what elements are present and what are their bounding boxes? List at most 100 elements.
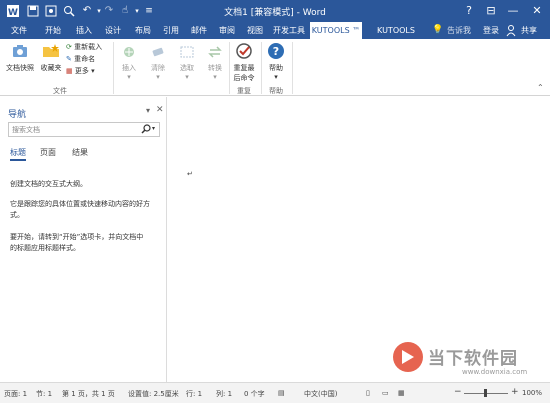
ribbon: 文档快照 收藏夹 ⟳ 重新载入 ✎ 重命名 ▦ 更多 ▾ 文件 插入 ▾ 清除 … xyxy=(0,39,550,96)
status-page[interactable]: 页面: 1 xyxy=(4,389,27,399)
rename-label: 重命名 xyxy=(74,55,96,63)
status-bar: 页面: 1 节: 1 第 1 页，共 1 页 设置值: 2.5厘米 行: 1 列… xyxy=(0,382,550,403)
search-input[interactable]: 搜索文档 xyxy=(12,125,40,135)
zoom-in-icon[interactable]: + xyxy=(511,387,519,397)
svg-text:?: ? xyxy=(273,45,279,58)
clear-button[interactable]: 清除 ▾ xyxy=(145,43,171,81)
login-link[interactable]: 登录 xyxy=(480,22,502,39)
close-button[interactable]: ✕ xyxy=(524,2,550,20)
watermark-url: www.downxia.com xyxy=(462,368,528,376)
tell-me-input[interactable]: 告诉我 xyxy=(443,22,475,39)
read-mode-icon[interactable]: ▯ xyxy=(366,389,370,397)
help-icon: ? xyxy=(263,41,289,63)
tab-developer[interactable]: 开发工具 xyxy=(270,22,308,39)
search-icon[interactable] xyxy=(141,123,151,137)
tab-kutools[interactable]: KUTOOLS ™ xyxy=(310,22,362,39)
tab-view[interactable]: 视图 xyxy=(242,22,268,39)
collapse-ribbon-icon[interactable]: ⌃ xyxy=(537,83,544,92)
tab-insert[interactable]: 插入 xyxy=(71,22,97,39)
nav-search-box[interactable]: 搜索文档 ▾ xyxy=(8,122,160,137)
rename-button[interactable]: ✎ 重命名 xyxy=(66,54,95,65)
reload-icon: ⟳ xyxy=(66,43,72,51)
nav-message-create: 创建文档的交互式大纲。 xyxy=(10,180,87,188)
snapshot-button[interactable]: 文档快照 xyxy=(4,41,36,73)
status-proofing-icon[interactable]: ▤ xyxy=(278,389,285,397)
document-area[interactable]: ↵ xyxy=(167,97,550,382)
group-divider xyxy=(261,42,262,94)
nav-message-start-line2: 的标题应用标题样式。 xyxy=(10,244,80,252)
nav-message-start-line1: 要开始，请转到“开始”选项卡，并向文档中 xyxy=(10,233,144,241)
ribbon-display-options-button[interactable]: ⊟ xyxy=(480,2,502,20)
convert-label: 转换 xyxy=(208,64,222,72)
select-button[interactable]: 选取 ▾ xyxy=(174,43,200,81)
close-icon[interactable]: ✕ xyxy=(156,105,164,115)
select-icon xyxy=(174,43,200,63)
insert-button[interactable]: 插入 ▾ xyxy=(116,43,142,81)
share-button[interactable]: 共享 xyxy=(518,22,540,39)
group-label-file: 文件 xyxy=(53,87,67,95)
status-position[interactable]: 设置值: 2.5厘米 xyxy=(128,389,179,399)
person-icon xyxy=(506,22,516,39)
nav-title: 导航 xyxy=(8,110,27,120)
minimize-button[interactable]: — xyxy=(502,2,524,20)
chevron-down-icon: ▾ xyxy=(156,73,160,81)
tab-layout[interactable]: 布局 xyxy=(130,22,156,39)
chevron-down-icon: ▾ xyxy=(185,73,189,81)
nav-tab-pages[interactable]: 页面 xyxy=(40,147,56,158)
chevron-down-icon: ▾ xyxy=(274,73,278,81)
status-word-count[interactable]: 0 个字 xyxy=(244,389,265,399)
nav-tab-results[interactable]: 结果 xyxy=(72,147,88,158)
status-language[interactable]: 中文(中国) xyxy=(304,389,337,399)
zoom-out-icon[interactable]: − xyxy=(454,387,462,397)
more-button[interactable]: ▦ 更多 ▾ xyxy=(66,66,95,77)
status-line[interactable]: 行: 1 xyxy=(186,389,202,399)
watermark-brand: 当下软件园 xyxy=(428,349,518,369)
convert-icon xyxy=(202,43,228,63)
tab-design[interactable]: 设计 xyxy=(100,22,126,39)
ribbon-tabs: 文件 开始 插入 设计 布局 引用 邮件 审阅 视图 开发工具 KUTOOLS … xyxy=(0,22,550,52)
print-layout-icon[interactable]: ▭ xyxy=(382,389,389,397)
tab-kutools-plus[interactable]: KUTOOLS PLUS xyxy=(366,22,426,52)
title-bar: W ↶ ▾ ↷ ☝ ▾ ≡ 文档1 [兼容模式] - Word ? ⊟ — ✕ xyxy=(0,0,550,22)
nav-options-icon[interactable]: ▾ xyxy=(146,106,150,115)
nav-tab-headings[interactable]: 标题 xyxy=(10,147,26,161)
clear-label: 清除 xyxy=(151,64,165,72)
text-cursor: ↵ xyxy=(187,170,193,178)
search-dropdown-icon[interactable]: ▾ xyxy=(152,125,155,132)
select-label: 选取 xyxy=(180,64,194,72)
help-ribbon-button[interactable]: ? 帮助 ▾ xyxy=(263,41,289,81)
chevron-down-icon: ▾ xyxy=(91,67,95,75)
navigation-pane: 导航 ▾ ✕ 搜索文档 ▾ 标题 页面 结果 创建文档的交互式大纲。 它是跟踪您… xyxy=(0,97,167,382)
more-label: 更多 xyxy=(74,67,89,75)
tab-references[interactable]: 引用 xyxy=(158,22,184,39)
convert-button[interactable]: 转换 ▾ xyxy=(202,43,228,81)
favorites-label: 收藏夹 xyxy=(40,64,62,72)
folder-star-icon xyxy=(38,41,64,63)
repeat-icon xyxy=(230,41,258,63)
rename-icon: ✎ xyxy=(66,55,72,63)
help-button[interactable]: ? xyxy=(458,2,480,20)
zoom-level[interactable]: 100% xyxy=(522,389,542,397)
web-layout-icon[interactable]: ▦ xyxy=(398,389,405,397)
help-label: 帮助 xyxy=(269,64,283,72)
group-label-repeat: 重复 xyxy=(237,87,251,95)
eraser-icon xyxy=(145,43,171,63)
nav-message-track-line1: 它是跟踪您的具体位置或快速移动内容的好方 xyxy=(10,200,150,208)
repeat-last-command-button[interactable]: 重复最 后命令 xyxy=(230,41,258,83)
reload-button[interactable]: ⟳ 重新载入 xyxy=(66,42,102,53)
nav-message-track-line2: 式。 xyxy=(10,211,24,219)
zoom-slider[interactable] xyxy=(464,389,508,397)
status-column[interactable]: 列: 1 xyxy=(216,389,232,399)
tab-review[interactable]: 审阅 xyxy=(214,22,240,39)
status-section[interactable]: 节: 1 xyxy=(36,389,52,399)
group-divider xyxy=(113,42,114,94)
status-page-of[interactable]: 第 1 页，共 1 页 xyxy=(62,389,115,399)
tab-file[interactable]: 文件 xyxy=(6,22,32,39)
reload-label: 重新载入 xyxy=(74,43,103,51)
favorites-button[interactable]: 收藏夹 xyxy=(38,41,64,73)
zoom-slider-thumb[interactable] xyxy=(484,389,487,397)
snapshot-label: 文档快照 xyxy=(6,64,34,72)
tab-home[interactable]: 开始 xyxy=(40,22,66,39)
repeat-label-line1: 重复最 xyxy=(233,64,255,72)
tab-mailings[interactable]: 邮件 xyxy=(186,22,212,39)
